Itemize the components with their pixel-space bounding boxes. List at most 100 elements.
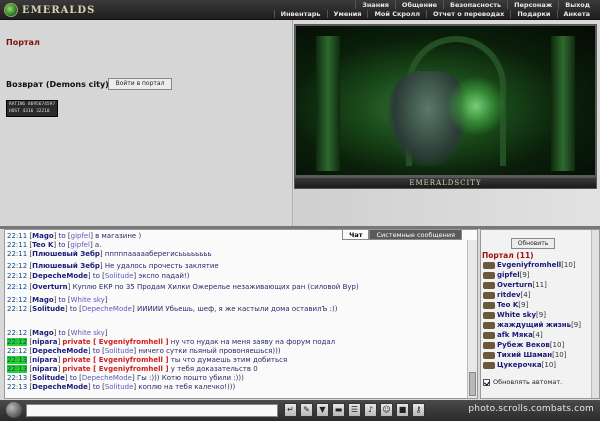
chat-nick[interactable]: Solitude [32, 305, 65, 313]
chat-private-tag[interactable]: private [ Evgeniyfromhell ] [62, 338, 168, 346]
chat-time: 22:12 [7, 347, 28, 355]
user-entry[interactable]: gipfel[9] [483, 271, 530, 279]
chat-nick[interactable]: Mago [32, 232, 54, 240]
chat-nick[interactable]: nipara [32, 338, 57, 346]
chat-nick[interactable]: Плюшевый Зебр [32, 262, 100, 270]
user-entry[interactable]: Тихий Шаман[10] [483, 351, 566, 359]
chat-target[interactable]: gipfel [70, 241, 90, 249]
rating-counter[interactable]: RATING 8695674597 HOST 4316 32218 [6, 100, 58, 117]
user-entry[interactable]: afk Мяка[4] [483, 331, 543, 339]
users-scrollbar[interactable] [591, 230, 599, 398]
chat-nick[interactable]: DepecheMode [32, 383, 88, 391]
top-nav-bar: EMERALDS Знания Общение Безопасность Пер… [0, 0, 600, 20]
user-name[interactable]: Рубеж Веков [497, 341, 550, 349]
user-level: [9] [518, 301, 529, 309]
chat-target[interactable]: Solitude [105, 347, 134, 355]
filter-icon[interactable]: ▼ [316, 403, 329, 417]
chat-nick[interactable]: DepecheMode [32, 272, 88, 280]
user-name[interactable]: gipfel [497, 271, 520, 279]
chat-scrollbar[interactable] [467, 240, 477, 398]
menu-gifts[interactable]: Подарки [510, 10, 556, 18]
menu-exit[interactable]: Выход [558, 1, 596, 9]
clear-chat-icon[interactable]: ▬ [332, 403, 345, 417]
user-name[interactable]: White sky [497, 311, 536, 319]
user-name[interactable]: afk Мяка [497, 331, 533, 339]
user-entry[interactable]: жаждущий жизнь[9] [483, 321, 581, 329]
user-name[interactable]: ritdev [497, 291, 521, 299]
menu-my-scroll[interactable]: Мой Скролл [367, 10, 426, 18]
chat-target[interactable]: DepecheMode [82, 374, 132, 382]
key-icon[interactable]: ⚷ [412, 403, 425, 417]
chat-time: 22:12 [7, 305, 28, 313]
chat-line: 22:12 [Плюшевый Зебр] Не удалось прочест… [7, 262, 219, 270]
auto-refresh-checkbox[interactable] [483, 378, 490, 386]
user-name[interactable]: Evgeniyfromhell [497, 261, 561, 269]
chat-line: 22:13 [nipara] private [ Evgeniyfromhell… [7, 356, 288, 364]
user-name[interactable]: Тихий Шаман [497, 351, 552, 359]
main-menu: Знания Общение Безопасность Персонаж Вых… [355, 1, 596, 9]
chat-target[interactable]: White sky [71, 296, 105, 304]
auto-refresh-option[interactable]: Обновлять автомат. [483, 378, 562, 386]
user-name[interactable]: Teo K [497, 301, 518, 309]
chat-message: пппппаааааберегисьььььььь [104, 250, 212, 258]
chat-nick[interactable]: Mago [32, 329, 54, 337]
chat-input[interactable] [26, 404, 278, 417]
music-icon[interactable]: ♪ [364, 403, 377, 417]
chat-nick[interactable]: Solitude [32, 374, 65, 382]
chat-time: 22:13 [7, 374, 28, 382]
clan-icon [483, 291, 495, 299]
chat-to: to [92, 383, 100, 391]
chat-message: коплю на тебя калечко!))) [138, 383, 236, 391]
user-entry[interactable]: Рубеж Веков[10] [483, 341, 564, 349]
channel-icon[interactable]: ☰ [348, 403, 361, 417]
menu-communication[interactable]: Общение [394, 1, 443, 9]
chat-nick[interactable]: nipara [32, 356, 57, 364]
chat-private-tag[interactable]: private [ Evgeniyfromhell ] [62, 365, 168, 373]
chat-target[interactable]: White sky [71, 329, 105, 337]
menu-inventory[interactable]: Инвентарь [273, 10, 327, 18]
send-arrow-icon[interactable]: ↵ [284, 403, 297, 417]
chat-target[interactable]: Solitude [105, 383, 134, 391]
user-entry[interactable]: Teo K[9] [483, 301, 528, 309]
enter-portal-button[interactable]: Войти в портал [108, 78, 172, 90]
tab-system-messages[interactable]: Системные сообщения [369, 230, 462, 240]
user-name[interactable]: Цукерочка [497, 361, 542, 369]
sphere-icon[interactable] [6, 402, 22, 418]
user-entry[interactable]: Цукерочка[10] [483, 361, 556, 369]
chat-nick[interactable]: Overturn [32, 283, 67, 291]
user-entry[interactable]: Evgeniyfromhell[10] [483, 261, 576, 269]
chat-nick[interactable]: Teo K [32, 241, 53, 249]
chat-target[interactable]: gipfel [71, 232, 91, 240]
menu-security[interactable]: Безопасность [443, 1, 507, 9]
menu-transfer-report[interactable]: Отчет о переводах [426, 10, 510, 18]
menu-character[interactable]: Персонаж [507, 1, 558, 9]
eraser-icon[interactable]: ✎ [300, 403, 313, 417]
chat-nick[interactable]: nipara [32, 365, 57, 373]
refresh-button[interactable]: Обновить [511, 238, 555, 249]
user-name[interactable]: Overturn [497, 281, 532, 289]
smiley-icon[interactable]: ☺ [380, 403, 393, 417]
chat-target[interactable]: DepecheMode [82, 305, 132, 313]
user-name[interactable]: жаждущий жизнь [497, 321, 571, 329]
chat-nick[interactable]: Плюшевый Зебр [32, 250, 100, 258]
chat-nick[interactable]: Mago [32, 296, 54, 304]
user-entry[interactable]: Overturn[11] [483, 281, 547, 289]
chat-nick[interactable]: DepecheMode [32, 347, 88, 355]
chat-line: 22:12 [Mago] to [White sky] [7, 329, 108, 337]
menu-knowledge[interactable]: Знания [355, 1, 395, 9]
chat-panel: Чат Системные сообщения 22:11 [Mago] to … [4, 229, 478, 399]
chat-scroll-thumb[interactable] [469, 372, 476, 396]
tab-chat[interactable]: Чат [342, 230, 370, 240]
chat-private-tag[interactable]: private [ Evgeniyfromhell ] [62, 356, 168, 364]
counter-line-1: RATING 8695674597 [9, 102, 56, 107]
chat-message: экспо падай!) [138, 272, 190, 280]
user-entry[interactable]: White sky[9] [483, 311, 546, 319]
menu-profile[interactable]: Анкета [556, 10, 597, 18]
clan-icon [483, 331, 495, 339]
menu-skills[interactable]: Умения [326, 10, 368, 18]
user-entry[interactable]: ritdev[4] [483, 291, 530, 299]
chat-time: 22:12 [7, 262, 28, 270]
chat-target[interactable]: Solitude [105, 272, 134, 280]
location-image [294, 24, 597, 177]
bag-icon[interactable]: ■ [396, 403, 409, 417]
